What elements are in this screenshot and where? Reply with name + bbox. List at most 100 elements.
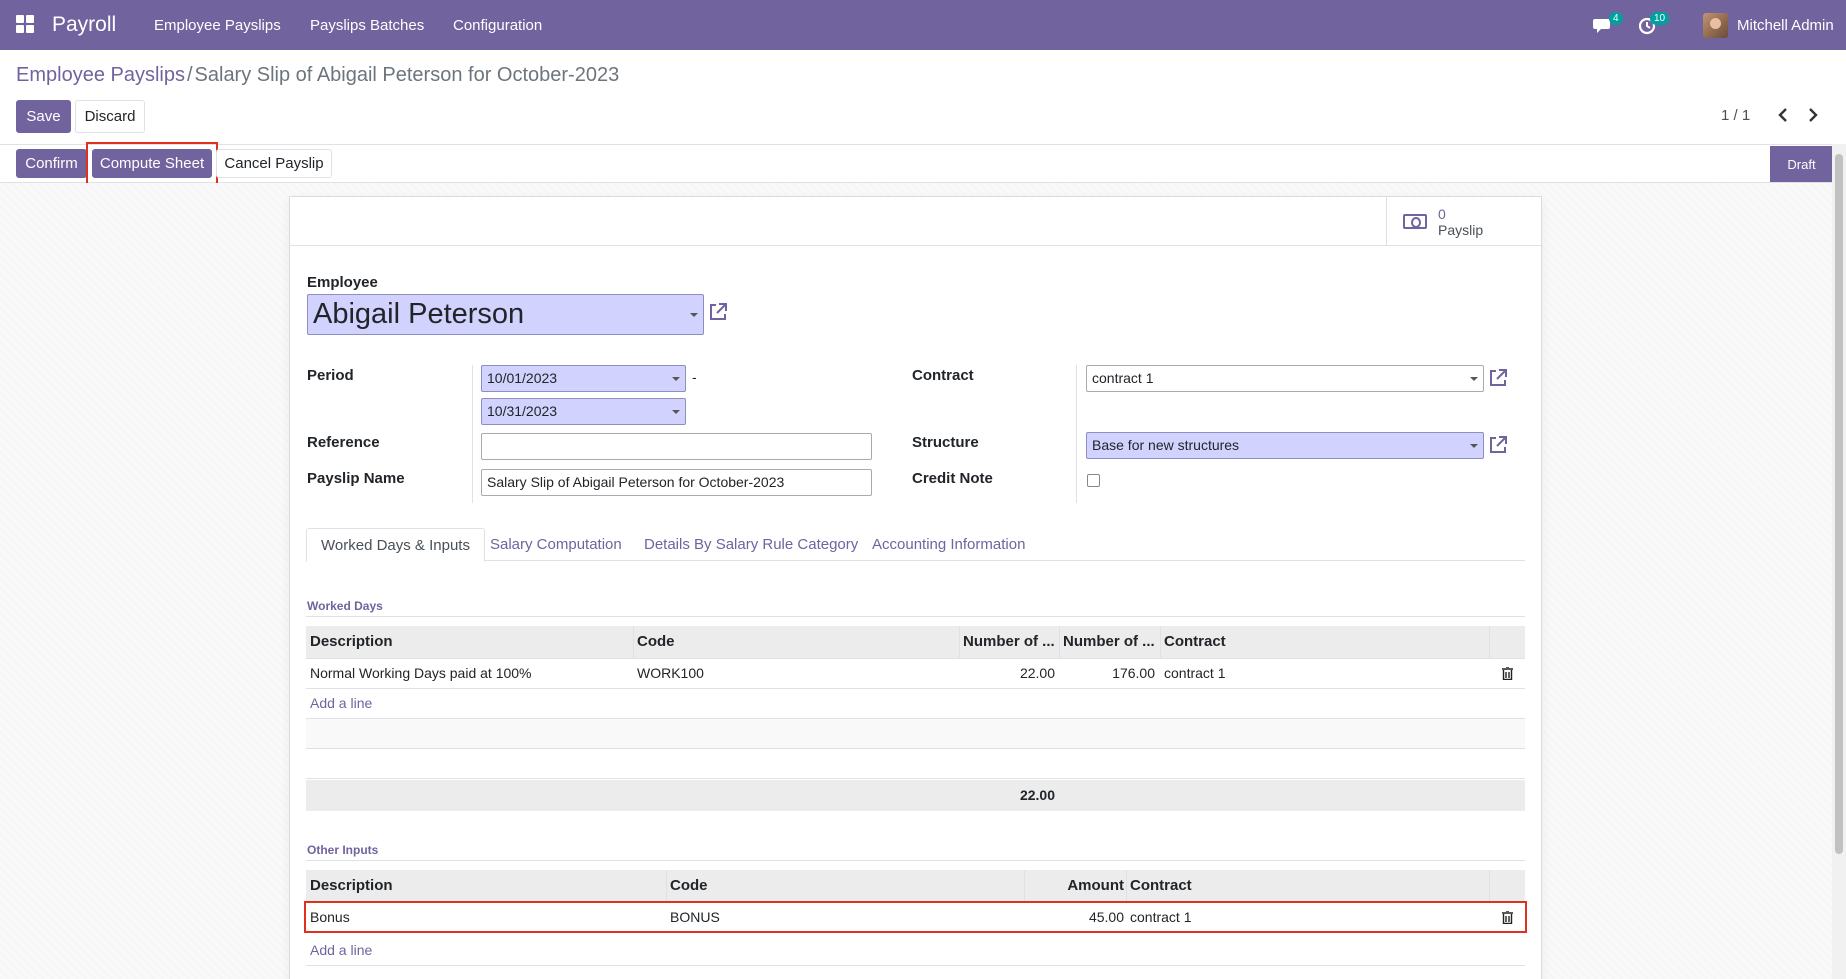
total-days: 22.00 [1019,787,1055,803]
empty-row [306,749,1525,779]
tab-worked-days-inputs[interactable]: Worked Days & Inputs [306,528,485,562]
structure-value: Base for new structures [1092,437,1240,453]
payslip-name-field[interactable]: Salary Slip of Abigail Peterson for Octo… [481,469,872,496]
structure-label: Structure [912,434,979,451]
col-description[interactable]: Description [310,633,393,650]
payslip-smart-button[interactable]: 0 Payslip [1386,197,1541,246]
tab-salary-computation[interactable]: Salary Computation [476,528,636,562]
scrollbar-thumb[interactable] [1835,154,1843,854]
table-header: Description Code Number of ... Number of… [306,626,1525,659]
column-separator [666,870,667,903]
tab-accounting-information[interactable]: Accounting Information [858,528,1039,562]
breadcrumb-employee-payslips[interactable]: Employee Payslips [16,64,185,86]
menu-configuration[interactable]: Configuration [453,17,542,34]
table-header: Description Code Amount Contract [306,870,1525,903]
menu-employee-payslips[interactable]: Employee Payslips [154,17,281,34]
menu-payslips-batches[interactable]: Payslips Batches [310,17,424,34]
date-to-field[interactable]: 10/31/2023 [481,398,686,425]
col-contract[interactable]: Contract [1164,633,1226,650]
left-group-divider [472,365,473,503]
trash-icon[interactable] [1502,667,1513,680]
compute-sheet-highlight [86,142,218,186]
section-divider [306,860,1525,861]
column-separator [1160,626,1161,659]
credit-note-checkbox[interactable] [1087,474,1100,487]
payslip-name-label: Payslip Name [307,470,405,487]
column-separator [633,626,634,659]
date-to-value: 10/31/2023 [487,403,558,419]
reference-field[interactable] [481,433,872,460]
breadcrumb-current: Salary Slip of Abigail Peterson for Octo… [194,64,620,86]
activities-badge: 10 [1650,12,1670,25]
messages-badge: 4 [1609,12,1623,25]
reference-label: Reference [307,434,380,451]
chevron-down-icon [1470,377,1478,381]
col-description[interactable]: Description [310,877,393,894]
empty-row [306,719,1525,749]
external-link-icon[interactable] [1487,367,1509,389]
column-separator [1489,870,1490,903]
breadcrumb: Employee Payslips / Salary Slip of Abigail… [16,64,619,87]
notebook-tabs: Worked Days & Inputs Salary Computation … [306,528,1525,562]
right-group-divider [1076,365,1077,503]
app-name[interactable]: Payroll [52,13,116,37]
col-number-of-hours[interactable]: Number of ... [1063,633,1155,650]
avatar[interactable] [1703,13,1728,38]
bonus-row-highlight [304,901,1527,933]
table-footer: 22.00 [306,780,1525,811]
save-button[interactable]: Save [16,100,71,133]
date-from-field[interactable]: 10/01/2023 [481,365,686,392]
chevron-right-icon[interactable] [1805,106,1821,124]
tab-details-by-salary-rule-category[interactable]: Details By Salary Rule Category [630,528,872,562]
payslip-name-value: Salary Slip of Abigail Peterson for Octo… [487,474,785,490]
contract-label: Contract [912,367,974,384]
money-icon [1403,214,1427,229]
chevron-down-icon [1470,444,1478,448]
column-separator [1059,626,1060,659]
credit-note-label: Credit Note [912,470,993,487]
table-row[interactable]: Normal Working Days paid at 100% WORK100… [306,659,1525,689]
breadcrumb-separator: / [186,64,193,86]
structure-field[interactable]: Base for new structures [1086,432,1484,459]
chevron-down-icon [672,410,680,414]
user-menu[interactable]: Mitchell Admin [1737,17,1834,34]
date-separator: - [692,369,697,385]
discard-button[interactable]: Discard [75,100,145,133]
form-sheet: 0 Payslip Employee Abigail Peterson Peri… [289,196,1542,979]
empty-row [306,689,1525,719]
cell-description: Normal Working Days paid at 100% [310,665,532,681]
app-menu-icon[interactable] [16,15,34,33]
cancel-payslip-button[interactable]: Cancel Payslip [216,149,332,178]
cell-days: 22.00 [1019,665,1055,681]
date-from-value: 10/01/2023 [487,370,558,386]
cell-hours: 176.00 [1112,665,1155,681]
col-amount[interactable]: Amount [1028,877,1124,894]
chevron-down-icon [690,313,698,317]
contract-value: contract 1 [1092,370,1154,386]
employee-field[interactable]: Abigail Peterson [307,294,704,335]
column-separator [959,626,960,659]
pager-value[interactable]: 1 / 1 [1721,107,1750,124]
scrollbar[interactable] [1832,144,1846,979]
cell-code: WORK100 [637,665,704,681]
external-link-icon[interactable] [1487,434,1509,456]
chevron-left-icon[interactable] [1775,106,1791,124]
section-divider [306,616,1525,617]
button-box: 0 Payslip [290,197,1541,246]
other-inputs-title: Other Inputs [307,843,379,857]
confirm-button[interactable]: Confirm [16,149,87,178]
column-separator [1024,870,1025,903]
worked-days-title: Worked Days [307,599,383,613]
status-draft[interactable]: Draft [1770,146,1833,182]
payslip-count-label: Payslip [1438,222,1484,238]
col-contract[interactable]: Contract [1130,877,1192,894]
col-code[interactable]: Code [670,877,708,894]
column-separator [1126,870,1127,903]
contract-field[interactable]: contract 1 [1086,365,1484,392]
col-number-of-days[interactable]: Number of ... [963,633,1055,650]
employee-label: Employee [307,274,378,291]
chevron-down-icon [672,377,680,381]
employee-value: Abigail Peterson [313,298,525,330]
col-code[interactable]: Code [637,633,675,650]
external-link-icon[interactable] [707,301,729,323]
